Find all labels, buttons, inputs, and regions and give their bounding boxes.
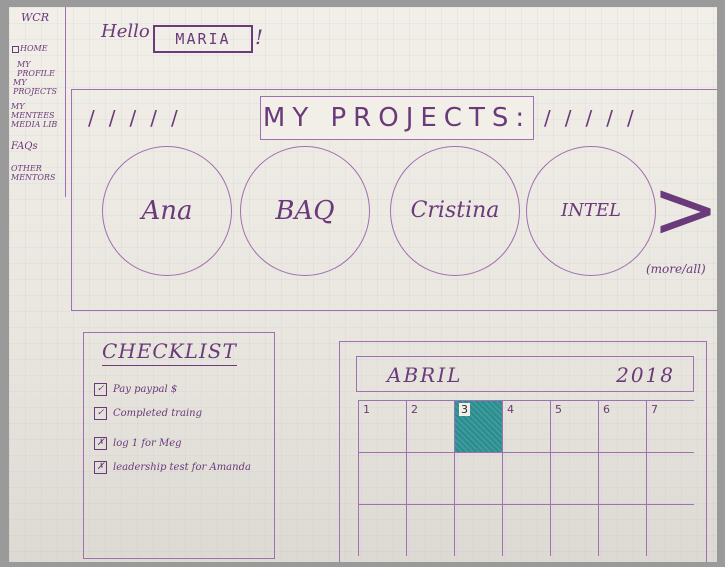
greeting-exclaim: ! (255, 25, 264, 49)
calendar-month: ABRIL (387, 363, 463, 387)
sidebar-item-media[interactable]: MEDIA LIB (11, 111, 57, 129)
user-name-box: MARIA (153, 25, 253, 53)
calendar-day[interactable] (550, 504, 598, 556)
checkbox[interactable]: ✓ (94, 383, 107, 396)
calendar-day[interactable] (454, 452, 502, 504)
calendar-day[interactable] (406, 452, 454, 504)
calendar-day[interactable]: 5 (550, 400, 598, 452)
sidebar-item-other-mentors[interactable]: OTHER MENTORS (11, 155, 55, 182)
checklist-panel: CHECKLIST ✓ Pay paypal $ ✓ Completed tra… (83, 332, 275, 559)
projects-panel: ///// MY PROJECTS: ///// Ana BAQ Cristin… (71, 89, 717, 311)
checklist-item: ✓ Completed traing (94, 407, 202, 420)
checklist-item: ✗ log 1 for Meg (94, 437, 182, 450)
projects-title: MY PROJECTS: (260, 96, 534, 140)
checklist-item: ✗ leadership test for Amanda (94, 461, 251, 474)
calendar-panel: ABRIL 2018 1 2 3 4 5 6 7 (339, 341, 707, 562)
project-card-intel[interactable]: INTEL (526, 146, 656, 276)
project-card-cristina[interactable]: Cristina (390, 146, 520, 276)
calendar-day[interactable] (358, 452, 406, 504)
checklist-item: ✓ Pay paypal $ (94, 383, 177, 396)
sidebar-item-projects[interactable]: MY PROJECTS (13, 69, 65, 96)
calendar-day[interactable]: 6 (598, 400, 646, 452)
calendar-day[interactable]: 2 (406, 400, 454, 452)
more-projects-link[interactable]: (more/all) (646, 262, 706, 276)
brand-logo: WCR (21, 11, 50, 24)
hatch-decoration-right: ///// (544, 106, 648, 130)
calendar-day[interactable] (598, 452, 646, 504)
checklist-title: CHECKLIST (102, 339, 237, 366)
project-card-baq[interactable]: BAQ (240, 146, 370, 276)
project-card-ana[interactable]: Ana (102, 146, 232, 276)
calendar-day[interactable] (358, 504, 406, 556)
calendar-day[interactable] (550, 452, 598, 504)
calendar-grid: 1 2 3 4 5 6 7 (358, 400, 694, 556)
calendar-day[interactable] (598, 504, 646, 556)
calendar-day-today[interactable]: 3 (454, 400, 502, 452)
calendar-header: ABRIL 2018 (356, 356, 694, 392)
checkbox[interactable]: ✗ (94, 437, 107, 450)
greeting-text: Hello (101, 21, 150, 42)
calendar-day[interactable] (646, 504, 694, 556)
calendar-day[interactable] (406, 504, 454, 556)
calendar-day[interactable] (502, 504, 550, 556)
checkbox[interactable]: ✓ (94, 407, 107, 420)
sidebar-nav: WCR HOME MY PROFILE MY PROJECTS MY MENTE… (9, 7, 66, 197)
calendar-day[interactable]: 4 (502, 400, 550, 452)
sketch-paper: WCR HOME MY PROFILE MY PROJECTS MY MENTE… (9, 7, 717, 562)
calendar-year: 2018 (616, 363, 675, 387)
sidebar-item-faqs[interactable]: FAQs (11, 133, 38, 152)
calendar-day[interactable] (502, 452, 550, 504)
hatch-decoration-left: ///// (88, 106, 192, 130)
checkbox[interactable]: ✗ (94, 461, 107, 474)
calendar-day[interactable]: 1 (358, 400, 406, 452)
calendar-day[interactable]: 7 (646, 400, 694, 452)
calendar-day[interactable] (646, 452, 694, 504)
calendar-day[interactable] (454, 504, 502, 556)
chevron-right-icon[interactable]: > (652, 170, 717, 250)
